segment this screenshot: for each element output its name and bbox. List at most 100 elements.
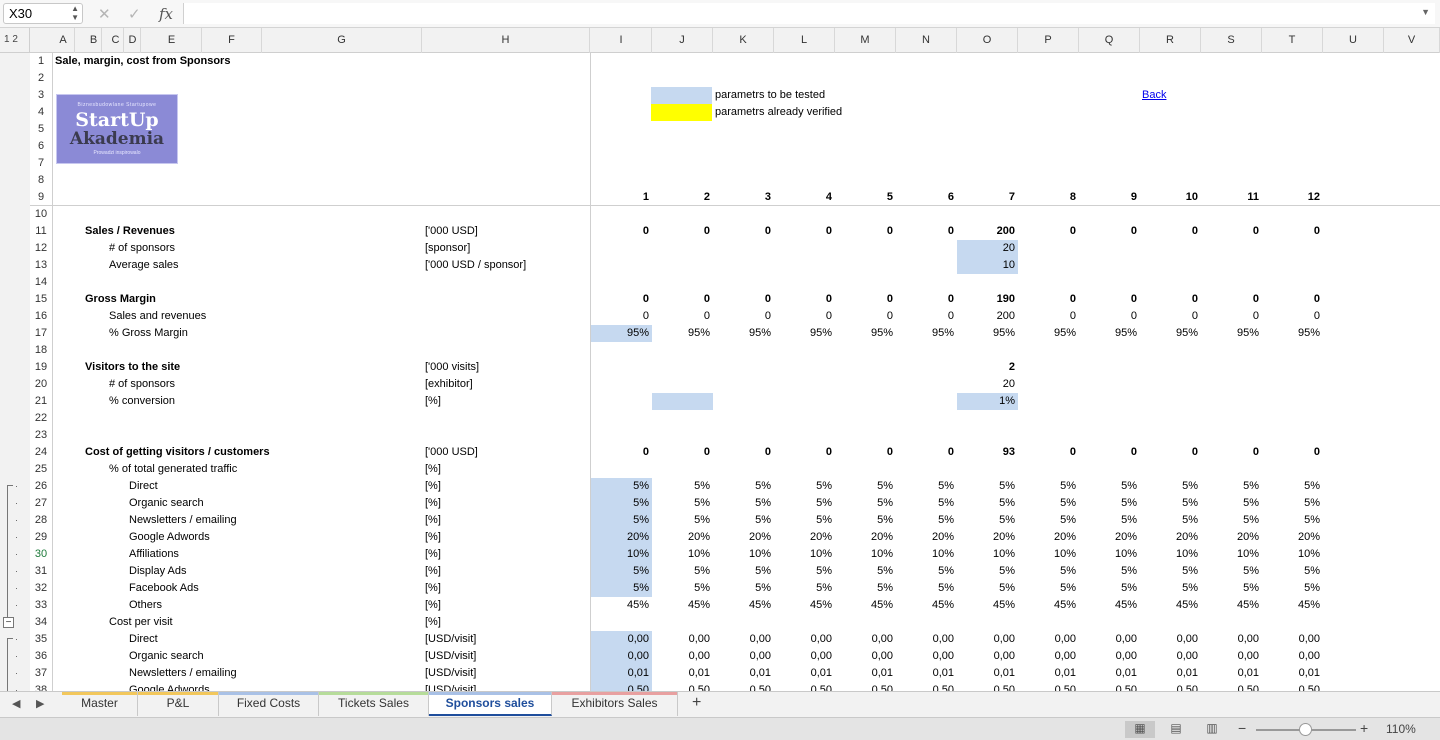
value-cell[interactable]: 5%: [1262, 478, 1320, 495]
value-cell[interactable]: 5%: [713, 580, 771, 597]
value-cell[interactable]: 20%: [1018, 529, 1076, 546]
column-header-r[interactable]: R: [1140, 28, 1201, 53]
value-cell[interactable]: 0,01: [1018, 665, 1076, 682]
sheet-tab-exhibitors-sales[interactable]: Exhibitors Sales: [552, 692, 678, 716]
row-label[interactable]: Gross Margin: [85, 291, 156, 308]
row-label[interactable]: # of sponsors: [109, 240, 175, 257]
value-cell[interactable]: 5%: [835, 580, 893, 597]
unit-cell[interactable]: [%]: [425, 512, 441, 529]
row-label[interactable]: Display Ads: [129, 563, 186, 580]
value-cell[interactable]: 5%: [957, 495, 1015, 512]
value-cell[interactable]: 0,00: [1262, 648, 1320, 665]
value-cell[interactable]: 0,01: [713, 665, 771, 682]
value-cell[interactable]: 190: [957, 291, 1015, 308]
value-cell[interactable]: 0: [835, 308, 893, 325]
row-header-11[interactable]: 11: [30, 223, 52, 240]
value-cell[interactable]: 10%: [1079, 546, 1137, 563]
value-cell[interactable]: 0: [652, 223, 710, 240]
row-label[interactable]: Sales / Revenues: [85, 223, 175, 240]
value-cell[interactable]: 0: [1018, 308, 1076, 325]
column-header-f[interactable]: F: [202, 28, 262, 53]
column-header-o[interactable]: O: [957, 28, 1018, 53]
value-cell[interactable]: 0,50: [652, 682, 710, 691]
value-cell[interactable]: 0,50: [1262, 682, 1320, 691]
sheet-tab-fixed-costs[interactable]: Fixed Costs: [219, 692, 319, 716]
value-cell[interactable]: 5%: [896, 495, 954, 512]
value-cell[interactable]: 5%: [957, 580, 1015, 597]
unit-cell[interactable]: [exhibitor]: [425, 376, 473, 393]
value-cell[interactable]: 0: [713, 223, 771, 240]
value-cell[interactable]: 0,50: [1018, 682, 1076, 691]
value-cell[interactable]: 0: [774, 444, 832, 461]
value-cell[interactable]: 0: [591, 291, 649, 308]
row-header-7[interactable]: 7: [30, 155, 52, 172]
sheet-tab-p-l[interactable]: P&L: [138, 692, 219, 716]
unit-cell[interactable]: [%]: [425, 393, 441, 410]
unit-cell[interactable]: [%]: [425, 614, 441, 631]
unit-cell[interactable]: ['000 USD]: [425, 444, 478, 461]
value-cell[interactable]: 5%: [1201, 580, 1259, 597]
value-cell[interactable]: 95%: [652, 325, 710, 342]
row-header-18[interactable]: 18: [30, 342, 52, 359]
value-cell[interactable]: 0,50: [1201, 682, 1259, 691]
value-cell[interactable]: 5%: [591, 495, 649, 512]
value-cell[interactable]: 0: [1018, 444, 1076, 461]
column-header-t[interactable]: T: [1262, 28, 1323, 53]
row-label[interactable]: Facebook Ads: [129, 580, 199, 597]
normal-view-icon[interactable]: ▦: [1125, 721, 1155, 738]
value-cell[interactable]: 10%: [713, 546, 771, 563]
value-cell[interactable]: 5%: [774, 495, 832, 512]
unit-cell[interactable]: [%]: [425, 546, 441, 563]
row-header-37[interactable]: 37: [30, 665, 52, 682]
value-cell[interactable]: 5%: [896, 478, 954, 495]
value-cell[interactable]: 0: [896, 223, 954, 240]
value-cell[interactable]: 0: [1262, 444, 1320, 461]
value-cell[interactable]: 0: [1018, 223, 1076, 240]
value-cell[interactable]: 0: [1140, 223, 1198, 240]
period-header[interactable]: 6: [896, 189, 954, 206]
row-header-22[interactable]: 22: [30, 410, 52, 427]
value-cell[interactable]: 5%: [1201, 512, 1259, 529]
value-cell[interactable]: 20%: [896, 529, 954, 546]
value-cell[interactable]: 5%: [835, 512, 893, 529]
page-layout-view-icon[interactable]: ▤: [1161, 721, 1191, 738]
value-cell[interactable]: 5%: [774, 478, 832, 495]
value-cell[interactable]: 5%: [713, 512, 771, 529]
value-cell[interactable]: 0,00: [1140, 631, 1198, 648]
value-cell[interactable]: 0: [1140, 444, 1198, 461]
unit-cell[interactable]: [USD/visit]: [425, 665, 476, 682]
unit-cell[interactable]: ['000 visits]: [425, 359, 479, 376]
row-header-14[interactable]: 14: [30, 274, 52, 291]
unit-cell[interactable]: [%]: [425, 478, 441, 495]
value-cell[interactable]: 10: [957, 257, 1015, 274]
value-cell[interactable]: 0: [835, 223, 893, 240]
value-cell[interactable]: 95%: [591, 325, 649, 342]
zoom-out-button[interactable]: −: [1238, 720, 1246, 736]
value-cell[interactable]: 0,01: [652, 665, 710, 682]
row-header-23[interactable]: 23: [30, 427, 52, 444]
row-label[interactable]: Cost of getting visitors / customers: [85, 444, 270, 461]
value-cell[interactable]: 45%: [1018, 597, 1076, 614]
value-cell[interactable]: 0,00: [1262, 631, 1320, 648]
zoom-level[interactable]: 110%: [1386, 722, 1416, 736]
row-header-33[interactable]: 33: [30, 597, 52, 614]
period-header[interactable]: 9: [1079, 189, 1137, 206]
value-cell[interactable]: 0: [1262, 223, 1320, 240]
column-header-b[interactable]: B: [86, 28, 102, 53]
value-cell[interactable]: 0: [713, 308, 771, 325]
value-cell[interactable]: 0: [1262, 308, 1320, 325]
value-cell[interactable]: 5%: [835, 478, 893, 495]
value-cell[interactable]: 0: [774, 308, 832, 325]
period-header[interactable]: 7: [957, 189, 1015, 206]
value-cell[interactable]: 20%: [835, 529, 893, 546]
value-cell[interactable]: 10%: [896, 546, 954, 563]
value-cell[interactable]: 10%: [957, 546, 1015, 563]
column-header-c[interactable]: C: [108, 28, 124, 53]
prev-sheet-icon[interactable]: ◀: [12, 697, 20, 710]
value-cell[interactable]: 0,01: [1079, 665, 1137, 682]
value-cell[interactable]: 5%: [835, 563, 893, 580]
value-cell[interactable]: 5%: [1262, 512, 1320, 529]
value-cell[interactable]: 0,00: [835, 631, 893, 648]
value-cell[interactable]: 45%: [1140, 597, 1198, 614]
unit-cell[interactable]: [sponsor]: [425, 240, 470, 257]
